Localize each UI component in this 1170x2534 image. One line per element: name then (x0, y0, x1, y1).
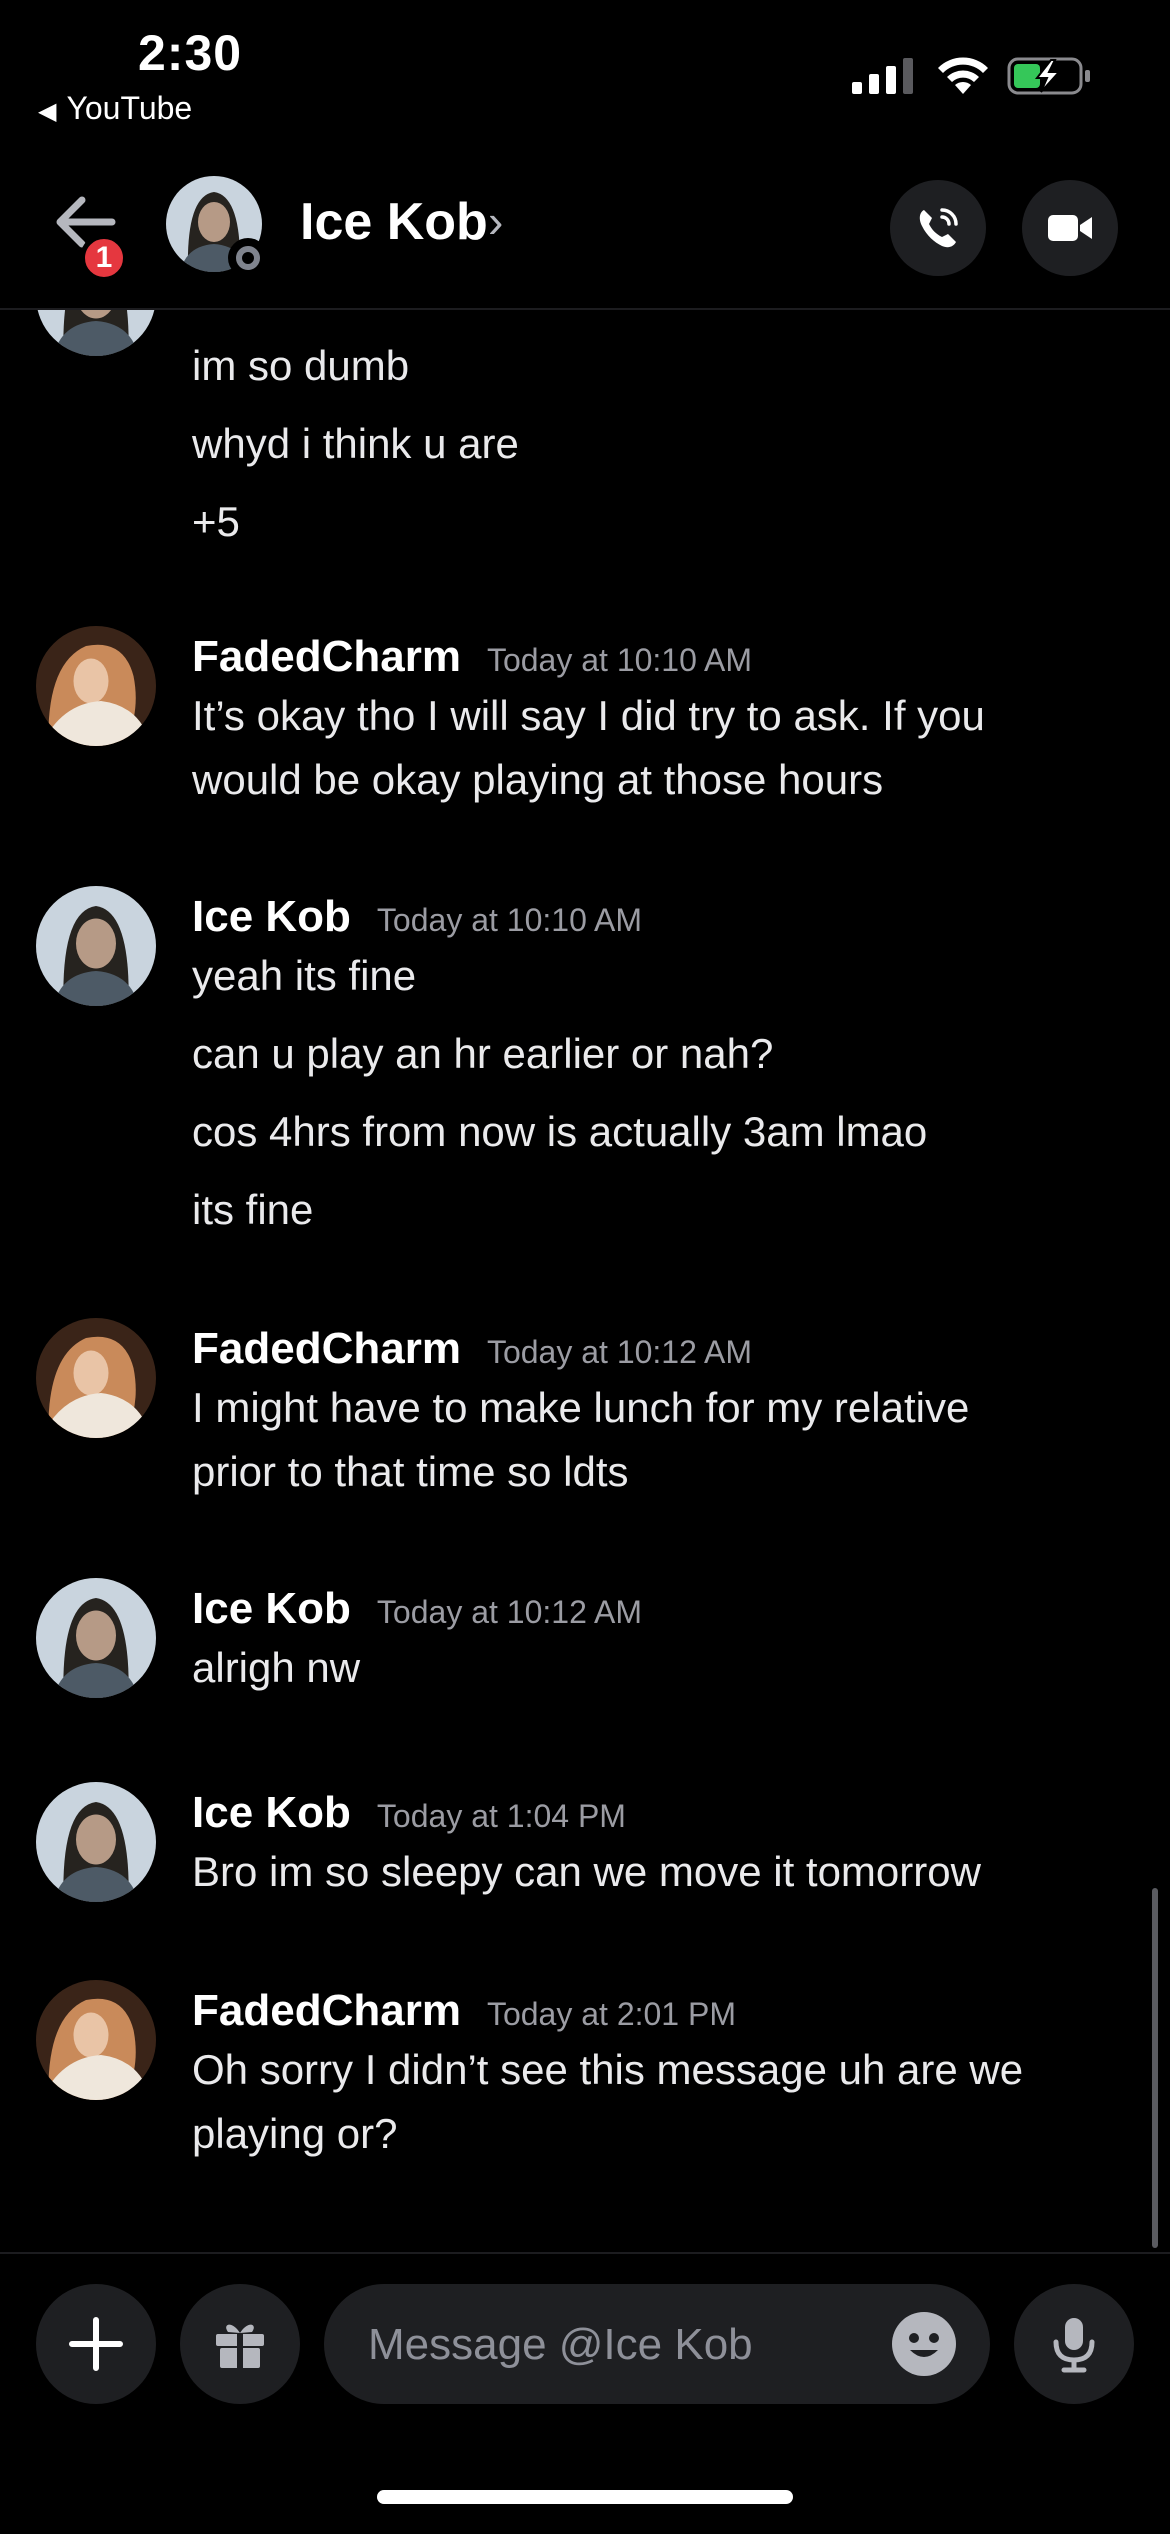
message-text: yeah its fine (192, 952, 417, 999)
microphone-icon (1053, 2318, 1095, 2373)
fadedcharm-avatar-icon (36, 1980, 156, 2100)
message-list[interactable]: im so dumb whyd i think u are +5 FadedCh… (0, 310, 1170, 2250)
author-name: FadedCharm (192, 632, 461, 681)
message-text: im so dumb (192, 342, 410, 389)
channel-title[interactable]: Ice Kob (300, 192, 488, 252)
message-text: prior to that time so ldts (192, 1448, 629, 1495)
gift-icon (216, 2324, 264, 2368)
chat-header: 1 Ice Kob › (0, 150, 1170, 310)
fadedcharm-avatar-icon (36, 1318, 156, 1438)
message-text: I might have to make lunch for my relati… (192, 1384, 970, 1431)
status-bar: 2:30 ◀ YouTube (0, 0, 1170, 150)
video-call-button[interactable] (1022, 180, 1118, 276)
plus-icon (69, 2317, 123, 2371)
ice-kob-avatar-icon (36, 1578, 156, 1698)
author-name: Ice Kob (192, 892, 351, 941)
author-name: FadedCharm (192, 1986, 461, 2035)
video-camera-icon (1048, 215, 1092, 241)
avatar[interactable] (36, 310, 156, 356)
unread-badge: 1 (80, 234, 128, 282)
message-text: its fine (192, 1186, 314, 1233)
chevron-right-icon[interactable]: › (488, 194, 503, 248)
back-to-app-link[interactable]: ◀ YouTube (38, 90, 192, 127)
message-text: cos 4hrs from now is actually 3am lmao (192, 1108, 928, 1155)
avatar[interactable] (36, 626, 156, 746)
voice-call-button[interactable] (890, 180, 986, 276)
message-timestamp: Today at 10:10 AM (486, 642, 753, 678)
ice-kob-avatar-icon (36, 1782, 156, 1902)
message-input-container[interactable] (324, 2284, 990, 2404)
voice-message-button[interactable] (1014, 2284, 1134, 2404)
message-text: alrigh nw (192, 1644, 361, 1691)
message-input[interactable] (366, 2314, 870, 2376)
message-text: Oh sorry I didn’t see this message uh ar… (192, 2046, 1024, 2093)
message-author[interactable]: Ice Kob Today at 1:04 PM (192, 1788, 626, 1838)
message-author[interactable]: Ice Kob Today at 10:10 AM (192, 892, 642, 942)
battery-charging-icon (1007, 57, 1090, 95)
avatar[interactable] (36, 1318, 156, 1438)
author-name: Ice Kob (192, 1584, 351, 1633)
message-timestamp: Today at 10:12 AM (376, 1594, 642, 1630)
message-text: It’s okay tho I will say I did try to as… (192, 692, 985, 739)
back-app-label: YouTube (66, 90, 193, 126)
back-triangle-icon: ◀ (38, 98, 57, 125)
message-text: playing or? (192, 2110, 398, 2157)
message-author[interactable]: FadedCharm Today at 10:10 AM (192, 632, 752, 682)
ice-kob-avatar-icon (36, 886, 156, 1006)
author-name: FadedCharm (192, 1324, 461, 1373)
message-text: Bro im so sleepy can we move it tomorrow (192, 1848, 981, 1895)
gift-button[interactable] (180, 2284, 300, 2404)
avatar[interactable] (36, 1782, 156, 1902)
message-author[interactable]: FadedCharm Today at 10:12 AM (192, 1324, 752, 1374)
message-text: would be okay playing at those hours (192, 756, 884, 803)
message-author[interactable]: Ice Kob Today at 10:12 AM (192, 1584, 642, 1634)
home-indicator[interactable] (377, 2490, 793, 2504)
message-timestamp: Today at 10:10 AM (376, 902, 642, 938)
avatar[interactable] (36, 1578, 156, 1698)
message-author[interactable]: FadedCharm Today at 2:01 PM (192, 1986, 736, 2036)
emoji-icon (909, 2333, 939, 2357)
ice-kob-avatar-icon (36, 310, 156, 356)
cellular-signal-icon (852, 58, 913, 94)
fadedcharm-avatar-icon (36, 626, 156, 746)
avatar[interactable] (36, 886, 156, 1006)
wifi-icon (938, 57, 988, 94)
message-timestamp: Today at 2:01 PM (486, 1996, 736, 2032)
clock: 2:30 (138, 25, 243, 81)
message-timestamp: Today at 1:04 PM (376, 1798, 626, 1834)
avatar[interactable] (36, 1980, 156, 2100)
message-timestamp: Today at 10:12 AM (486, 1334, 753, 1370)
attach-button[interactable] (36, 2284, 156, 2404)
scrollbar[interactable] (1152, 1888, 1158, 2248)
message-text: +5 (192, 498, 240, 545)
emoji-button[interactable] (892, 2312, 956, 2376)
author-name: Ice Kob (192, 1788, 351, 1837)
phone-icon (919, 208, 958, 248)
offline-status-indicator (228, 238, 268, 278)
message-text: whyd i think u are (192, 420, 519, 467)
message-text: can u play an hr earlier or nah? (192, 1030, 774, 1077)
